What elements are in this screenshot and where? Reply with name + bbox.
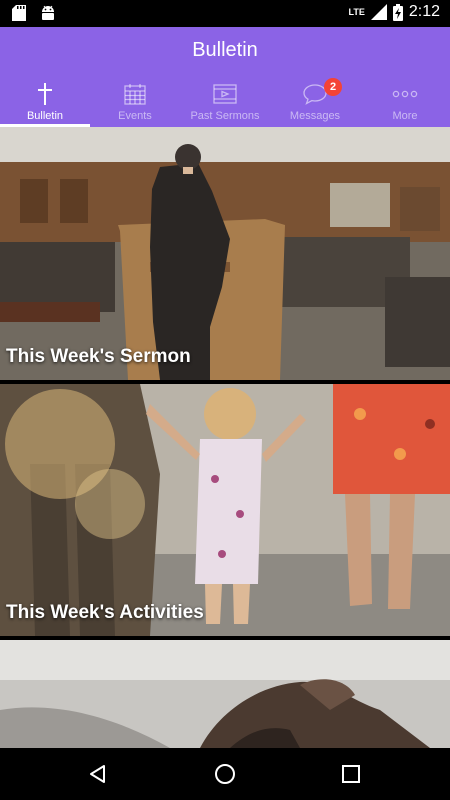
system-nav-bar	[0, 748, 450, 800]
tab-label: More	[392, 110, 418, 122]
notification-icons	[12, 5, 56, 21]
tab-more[interactable]: More	[360, 80, 450, 127]
home-icon	[215, 764, 235, 784]
network-type: LTE	[348, 7, 365, 17]
home-button[interactable]	[185, 748, 265, 800]
tab-events[interactable]: Events	[90, 80, 180, 127]
sermon-card[interactable]: This Week's Sermon	[0, 127, 450, 380]
card-caption: This Week's Sermon	[6, 346, 191, 367]
sd-card-icon	[12, 5, 26, 21]
prayer-card[interactable]	[0, 640, 450, 748]
app-header: Bulletin Bulletin Events Past Sermons 2 …	[0, 27, 450, 127]
activities-card[interactable]: This Week's Activities	[0, 384, 450, 636]
card-caption: This Week's Activities	[6, 602, 204, 623]
tab-bulletin[interactable]: Bulletin	[0, 80, 90, 127]
signal-icon	[370, 4, 387, 20]
tab-label: Messages	[289, 110, 341, 122]
back-icon	[90, 765, 105, 783]
video-icon	[213, 82, 237, 106]
bulletin-feed[interactable]: This Week's Sermon This Week's Activitie…	[0, 127, 450, 748]
hands-photo	[0, 640, 450, 748]
tab-label: Events	[118, 110, 152, 122]
sermon-photo	[0, 127, 450, 380]
cross-icon	[38, 82, 52, 106]
status-bar: LTE 2:12	[0, 0, 450, 27]
tab-label: Bulletin	[26, 110, 64, 122]
android-icon	[42, 5, 54, 20]
calendar-icon	[124, 82, 146, 106]
unread-badge: 2	[324, 78, 342, 96]
activities-photo	[0, 384, 450, 636]
recents-button[interactable]	[311, 748, 391, 800]
more-dots-icon	[392, 82, 418, 106]
tab-messages[interactable]: 2 Messages	[270, 78, 360, 127]
back-button[interactable]	[58, 748, 138, 800]
tab-bar: Bulletin Events Past Sermons 2 Messages …	[0, 78, 450, 127]
page-title: Bulletin	[192, 39, 258, 61]
clock: 2:12	[408, 3, 440, 20]
tab-label: Past Sermons	[190, 110, 260, 122]
battery-charging-icon	[392, 3, 403, 21]
tab-past-sermons[interactable]: Past Sermons	[180, 80, 270, 127]
recents-icon	[342, 765, 360, 783]
